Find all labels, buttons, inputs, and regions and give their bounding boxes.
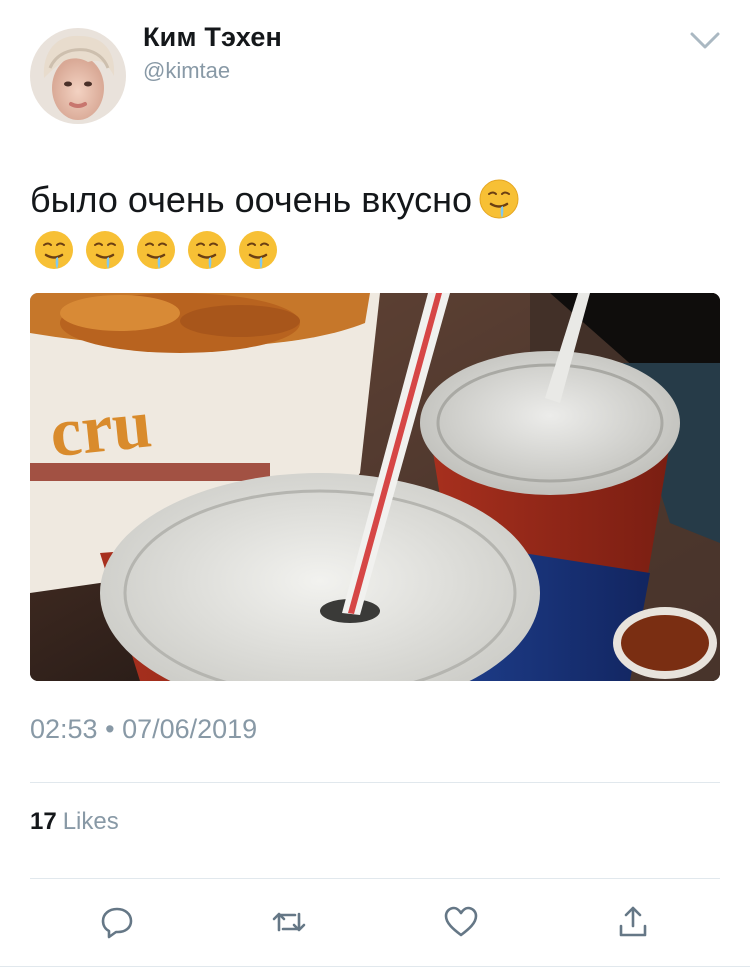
display-name[interactable]: Ким Тэхен xyxy=(143,22,282,53)
drooling-face-icon xyxy=(478,178,520,234)
user-handle[interactable]: @kimtae xyxy=(143,58,230,84)
tweet-text-body: было очень оочень вкусно xyxy=(30,179,473,220)
likes-label: Likes xyxy=(62,808,119,835)
bottom-divider xyxy=(0,966,750,967)
photo-drinks-and-chicken: cru xyxy=(30,293,720,681)
divider xyxy=(30,782,720,783)
drooling-face-icon xyxy=(86,231,124,269)
emoji-row xyxy=(33,229,288,273)
drooling-face-icon xyxy=(35,231,73,269)
tweet-detail: Ким Тэхен @kimtae было очень оочень вкус… xyxy=(0,0,750,970)
share-icon[interactable] xyxy=(615,904,651,940)
avatar-photo xyxy=(30,28,126,124)
divider xyxy=(30,878,720,879)
tweet-timestamp[interactable]: 02:53 • 07/06/2019 xyxy=(30,714,257,745)
timestamp-separator: • xyxy=(105,714,115,744)
drooling-face-icon xyxy=(239,231,277,269)
reply-icon[interactable] xyxy=(99,904,135,940)
tweet-date: 07/06/2019 xyxy=(122,714,258,744)
likes-stat[interactable]: 17 Likes xyxy=(30,808,119,836)
heart-icon[interactable] xyxy=(443,904,479,940)
drooling-face-icon xyxy=(137,231,175,269)
likes-count: 17 xyxy=(30,808,57,835)
tweet-text: было очень оочень вкусно xyxy=(30,174,720,234)
avatar[interactable] xyxy=(30,28,126,124)
tweet-time: 02:53 xyxy=(30,714,98,744)
drooling-face-icon xyxy=(188,231,226,269)
svg-text:cru: cru xyxy=(46,385,155,472)
retweet-icon[interactable] xyxy=(271,904,307,940)
chevron-down-icon[interactable] xyxy=(688,28,722,54)
tweet-photo[interactable]: cru xyxy=(30,293,720,681)
